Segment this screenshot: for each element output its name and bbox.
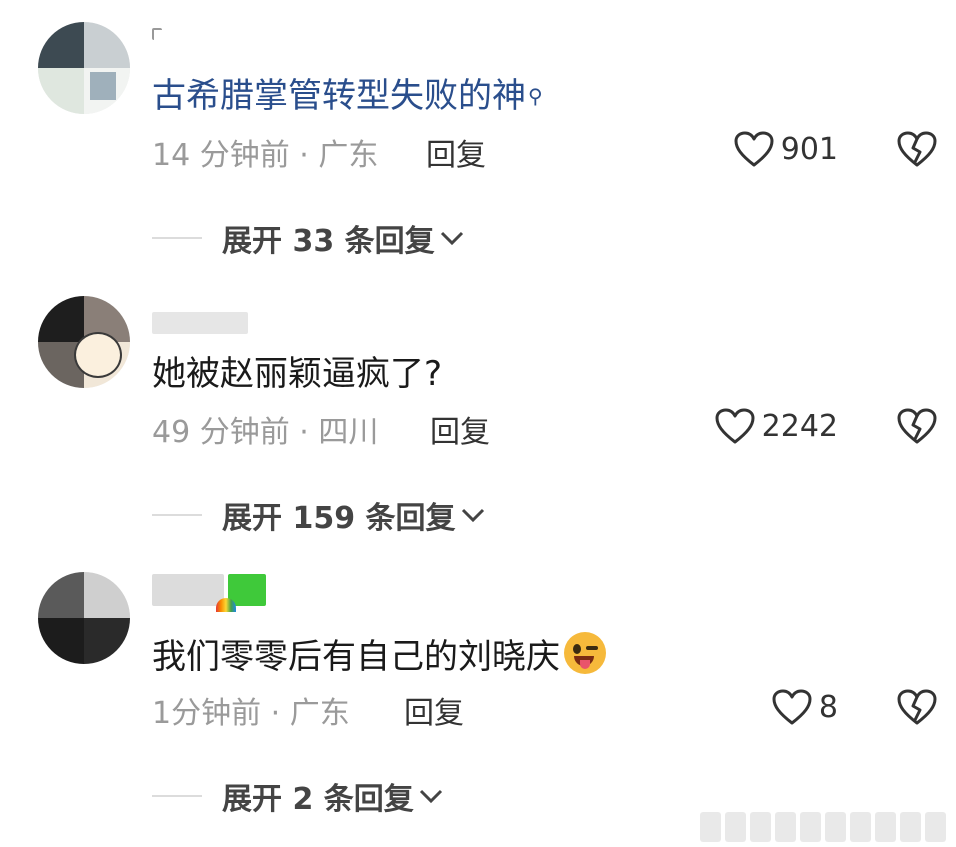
comment-text-content[interactable]: 古希腊掌管转型失败的神 [152,76,526,116]
expand-replies-button[interactable]: 展开 159 条回复 [152,493,486,537]
timestamp: 14 分钟前 [152,138,290,173]
heart-outline-icon [715,408,755,444]
username-redacted[interactable] [152,28,162,40]
chevron-down-icon [419,789,442,804]
dislike-button[interactable] [896,130,938,172]
location: 四川 [318,415,379,450]
comment-text[interactable]: 我们零零后有自己的刘晓庆 [152,632,606,677]
heart-outline-icon [734,131,774,167]
expand-replies-label[interactable]: 展开 2 条回复 [222,774,414,818]
meta-separator: · [270,696,290,731]
reply-button[interactable]: 回复 [426,130,486,174]
comment-text-content[interactable]: 我们零零后有自己的刘晓庆 [152,637,560,677]
like-button[interactable]: 8 [771,688,838,726]
location: 广东 [289,696,350,731]
comment-text[interactable]: 她被赵丽颖逼疯了? [152,354,442,394]
avatar[interactable] [38,572,130,664]
timestamp: 49 分钟前 [152,415,290,450]
dislike-button[interactable] [896,688,938,730]
like-button[interactable]: 901 [733,130,838,168]
reply-button[interactable]: 回复 [430,407,490,451]
comment-meta: 1分钟前 · 广东 [152,688,350,732]
like-count: 8 [818,689,838,725]
comment-text[interactable]: 古希腊掌管转型失败的神 ⚲ [152,76,543,116]
avatar[interactable] [38,22,130,114]
divider-line [152,237,202,239]
expand-replies-label[interactable]: 展开 159 条回复 [222,493,456,537]
divider-line [152,514,202,516]
watermark-redacted [700,812,946,842]
expand-replies-label[interactable]: 展开 33 条回复 [222,216,435,260]
divider-line [152,795,202,797]
reply-button[interactable]: 回复 [404,688,464,732]
location: 广东 [318,138,379,173]
broken-heart-icon [897,408,937,444]
comment-meta: 14 分钟前 · 广东 [152,130,378,174]
timestamp: 1分钟前 [152,696,262,731]
expand-replies-button[interactable]: 展开 33 条回复 [152,216,465,260]
expand-replies-button[interactable]: 展开 2 条回复 [152,774,444,818]
broken-heart-icon [897,131,937,167]
meta-separator: · [299,138,319,173]
username-redacted[interactable] [152,574,224,606]
avatar[interactable] [38,296,130,388]
like-count: 901 [780,131,838,167]
rainbow-badge [216,598,236,612]
search-icon[interactable]: ⚲ [528,84,543,108]
meta-separator: · [299,415,319,450]
like-button[interactable]: 2242 [714,407,838,445]
dislike-button[interactable] [896,407,938,449]
heart-outline-icon [772,689,812,725]
chevron-down-icon [461,508,484,523]
username-redacted[interactable] [152,312,248,334]
like-count: 2242 [761,408,838,444]
comment-meta: 49 分钟前 · 四川 [152,407,378,451]
winking-tongue-emoji [564,632,606,674]
chevron-down-icon [440,231,463,246]
broken-heart-icon [897,689,937,725]
